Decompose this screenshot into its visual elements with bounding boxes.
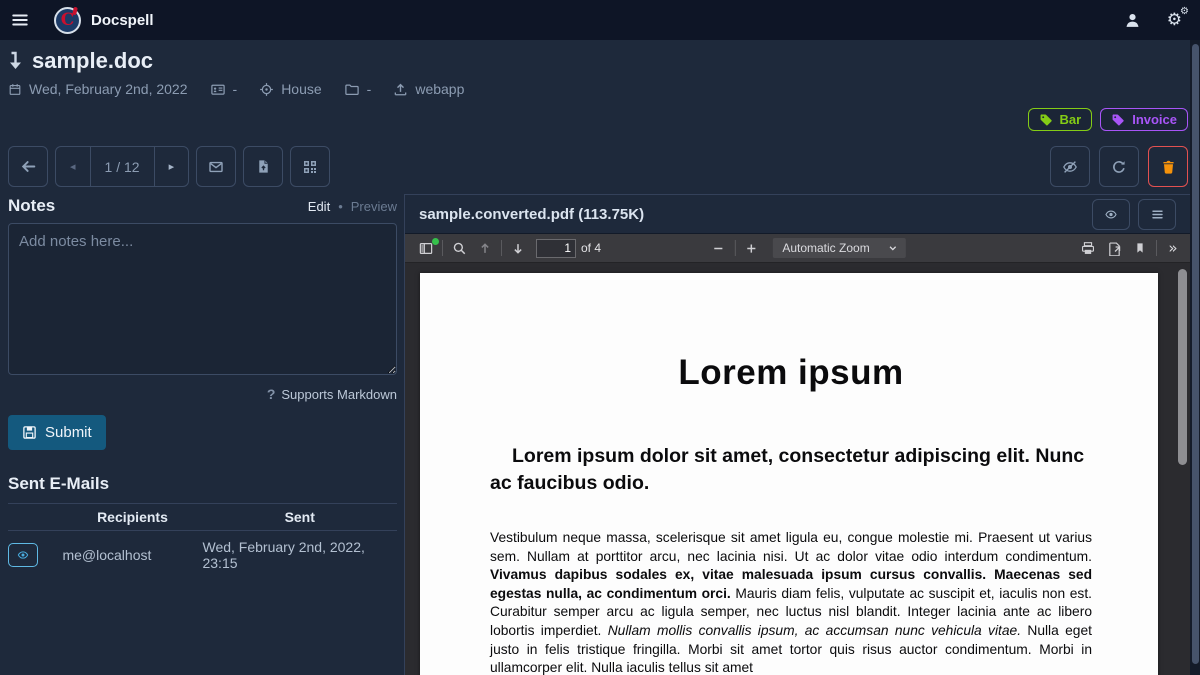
delete-button[interactable] xyxy=(1148,146,1188,187)
reprocess-button[interactable] xyxy=(1099,146,1139,187)
pdf-subtitle: Lorem ipsum dolor sit amet, consectetur … xyxy=(490,443,1092,496)
sidebar-notification-dot xyxy=(432,238,439,245)
redo-icon xyxy=(1111,159,1127,175)
upload-source-icon xyxy=(393,82,408,97)
pdf-prev-page-button[interactable] xyxy=(472,236,498,261)
docspell-app: C Docspell ⚙⚙ sample.doc Wed, February 2… xyxy=(0,0,1200,675)
document-title: sample.doc xyxy=(32,48,153,74)
item-toolbar: ◂ 1 / 12 ▸ xyxy=(8,146,1188,187)
pdfjs-toolbar: of 4 Automatic Zoom xyxy=(405,234,1190,263)
menu-bars-icon xyxy=(1150,208,1165,221)
document-meta-row: Wed, February 2nd, 2022 - House - webapp xyxy=(8,81,464,97)
notes-edit-tab[interactable]: Edit xyxy=(308,199,330,214)
pdf-paragraph: Vestibulum neque massa, scelerisque sit … xyxy=(490,529,1092,675)
left-column: Notes Edit • Preview ? Supports Markdown… xyxy=(8,194,397,675)
pdf-scrollbar-thumb[interactable] xyxy=(1178,269,1187,465)
add-files-button[interactable] xyxy=(243,146,283,187)
tag-label: Bar xyxy=(1060,112,1082,127)
user-icon[interactable] xyxy=(1124,12,1141,29)
document-date: Wed, February 2nd, 2022 xyxy=(29,81,188,97)
pdf-document-title: Lorem ipsum xyxy=(490,353,1092,393)
pdf-download-button[interactable] xyxy=(1101,236,1127,261)
prev-item-button[interactable]: ◂ xyxy=(56,147,90,186)
eye-icon xyxy=(1103,208,1119,221)
question-icon: ? xyxy=(267,386,276,402)
qr-code-button[interactable] xyxy=(290,146,330,187)
notes-preview-tab[interactable]: Preview xyxy=(351,199,397,214)
pdf-next-page-button[interactable] xyxy=(505,236,531,261)
pdf-page-number-input[interactable] xyxy=(536,239,576,258)
window-scrollbar-thumb[interactable] xyxy=(1192,44,1199,664)
attachment-menu-button[interactable] xyxy=(1138,199,1176,230)
concerning-crosshair-icon xyxy=(259,82,274,97)
tab-separator-dot: • xyxy=(338,199,343,214)
column-sent: Sent xyxy=(202,504,397,531)
attachment-panel: sample.converted.pdf (113.75K) xyxy=(404,194,1190,675)
pdf-more-tools-button[interactable]: » xyxy=(1160,236,1186,261)
attachment-title: sample.converted.pdf (113.75K) xyxy=(419,206,644,223)
arrow-down-icon xyxy=(8,51,23,71)
correspondent-card-icon xyxy=(210,82,226,97)
column-recipients: Recipients xyxy=(62,504,202,531)
markdown-hint-link[interactable]: ? Supports Markdown xyxy=(8,386,397,402)
pdf-page-count: of 4 xyxy=(581,241,601,255)
attachment-header: sample.converted.pdf (113.75K) xyxy=(405,195,1190,234)
save-icon xyxy=(22,425,37,440)
hamburger-menu-icon[interactable] xyxy=(0,0,40,40)
attachment-view-button[interactable] xyxy=(1092,199,1130,230)
concerning-value[interactable]: House xyxy=(281,81,321,97)
pdf-page-1: Lorem ipsum Lorem ipsum dolor sit amet, … xyxy=(420,273,1158,675)
tag-label: Invoice xyxy=(1132,112,1177,127)
top-navbar: C Docspell ⚙⚙ xyxy=(0,0,1200,40)
notes-textarea[interactable] xyxy=(8,223,397,375)
source-value: webapp xyxy=(415,81,464,97)
next-item-button[interactable]: ▸ xyxy=(154,147,189,186)
pdf-print-button[interactable] xyxy=(1075,236,1101,261)
pagination-label: 1 / 12 xyxy=(90,147,154,186)
eye-icon xyxy=(16,549,30,561)
pdf-zoom-in-button[interactable] xyxy=(738,236,764,261)
settings-gears-icon[interactable]: ⚙⚙ xyxy=(1167,10,1182,30)
back-button[interactable] xyxy=(8,146,48,187)
pdf-sidebar-toggle-button[interactable] xyxy=(413,236,439,261)
calendar-icon xyxy=(8,82,22,97)
pdf-search-button[interactable] xyxy=(446,236,472,261)
tag-icon xyxy=(1111,113,1125,127)
folder-icon xyxy=(344,82,360,97)
tag-bar[interactable]: Bar xyxy=(1028,108,1093,131)
view-mail-button[interactable] xyxy=(8,543,38,567)
sent-emails-heading: Sent E-Mails xyxy=(8,474,397,494)
eye-slash-icon xyxy=(1061,159,1079,175)
mail-sent-date: Wed, February 2nd, 2022, 23:15 xyxy=(202,531,397,578)
pagination-group: ◂ 1 / 12 ▸ xyxy=(55,146,189,187)
docspell-logo[interactable]: C xyxy=(54,7,81,34)
tags-row: Bar Invoice xyxy=(1028,108,1188,131)
tag-icon xyxy=(1039,113,1053,127)
send-mail-button[interactable] xyxy=(196,146,236,187)
document-title-row: sample.doc xyxy=(8,48,153,74)
sent-email-row: me@localhost Wed, February 2nd, 2022, 23… xyxy=(8,531,397,578)
submit-notes-button[interactable]: Submit xyxy=(8,415,106,450)
sent-emails-table: Recipients Sent me@localhost Wed, Februa… xyxy=(8,503,397,577)
trash-icon xyxy=(1161,159,1176,175)
window-scrollbar[interactable] xyxy=(1190,40,1200,675)
correspondent-value[interactable]: - xyxy=(233,81,238,97)
pdf-bookmark-button[interactable] xyxy=(1127,236,1153,261)
chevron-down-icon xyxy=(888,243,898,253)
app-title: Docspell xyxy=(91,12,154,29)
tag-invoice[interactable]: Invoice xyxy=(1100,108,1188,131)
pdf-zoom-out-button[interactable] xyxy=(705,236,731,261)
unconfirm-button[interactable] xyxy=(1050,146,1090,187)
notes-heading: Notes xyxy=(8,196,55,216)
folder-value[interactable]: - xyxy=(367,81,372,97)
pdf-zoom-select[interactable]: Automatic Zoom xyxy=(772,238,905,258)
mail-recipient: me@localhost xyxy=(62,531,202,578)
pdf-viewer-canvas[interactable]: Lorem ipsum Lorem ipsum dolor sit amet, … xyxy=(405,263,1190,675)
